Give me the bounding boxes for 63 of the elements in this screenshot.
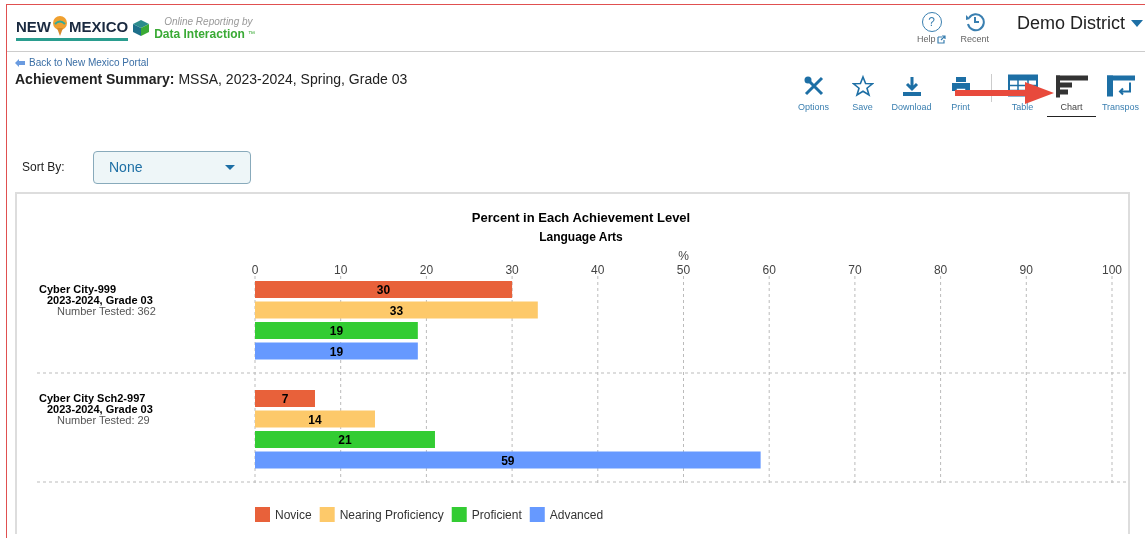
bar [255,390,315,407]
bar-value: 33 [389,303,404,318]
back-link[interactable]: Back to New Mexico Portal [15,57,408,68]
row-count: Number Tested: 29 [57,414,150,426]
help-label: Help [916,34,936,44]
legend-label: Nearing Proficiency [339,508,444,522]
bar-value: 19 [329,344,344,359]
bar-value: 59 [501,453,515,468]
legend-label: Proficient [471,508,522,522]
tick-label: 70 [848,263,862,277]
cube-icon [132,19,151,37]
view-tab[interactable]: Chart [1047,74,1096,117]
transpose-icon [1105,74,1136,98]
view-tab[interactable]: Transpos [1096,74,1145,117]
bar-chart-icon [1055,74,1088,98]
options-icon [802,74,825,98]
tick-label: 20 [419,263,434,277]
row-count: Number Tested: 362 [57,305,156,317]
bar-value: 21 [338,433,352,447]
axis-label: % [678,249,689,263]
star-icon [851,74,874,98]
bar-value: 19 [329,324,344,338]
chart-title: Percent in Each Achievement Level [471,210,691,225]
tagline: Online Reporting by [163,16,254,28]
sort-label: Sort By: [22,160,66,174]
toolbar-button[interactable]: Save [838,74,887,117]
download-icon [900,74,923,98]
recent-label: Recent [960,34,989,44]
back-arrow-icon [15,58,25,67]
row-label: Cyber City Sch2-997 [39,392,146,404]
tick-label: 60 [762,263,776,277]
bar-value: 7 [281,392,289,406]
tick-label: 100 [1102,263,1122,277]
tick-label: 10 [334,263,348,277]
caret-icon [225,164,235,170]
tick-label: 0 [251,263,259,277]
balloon-icon [52,15,68,37]
brand-name: Data Interaction [154,28,245,40]
toolbar-button[interactable]: Download [887,74,936,117]
tick-label: 40 [591,263,605,277]
row-period: 2023-2024, Grade 03 [47,294,153,306]
row-period: 2023-2024, Grade 03 [47,403,153,415]
recent-button[interactable]: Recent [960,12,989,44]
row-label: Cyber City-999 [39,283,117,295]
district-menu[interactable]: Demo District [1017,12,1143,34]
page-title: Achievement Summary: MSSA, 2023-2024, Spring, Grade 03 [15,71,408,87]
caret-icon [1131,19,1143,27]
bar-value: 14 [308,412,322,427]
legend-label: Novice [275,508,312,522]
tick-label: 50 [676,263,691,277]
tick-label: 90 [1019,263,1033,277]
external-link-icon [937,34,947,44]
toolbar-button[interactable]: Options [789,74,838,117]
tick-label: 80 [933,263,948,277]
chart-subtitle: Language Arts [539,230,623,244]
history-icon [964,12,985,32]
tick-label: 30 [505,263,519,277]
help-button[interactable]: ? Help [916,12,947,44]
sort-dropdown[interactable]: None [93,150,251,184]
state-name: NEW [16,17,51,35]
legend-label: Advanced [549,508,604,522]
bar-value: 30 [376,283,391,297]
state-name: MEXICO [69,17,129,35]
